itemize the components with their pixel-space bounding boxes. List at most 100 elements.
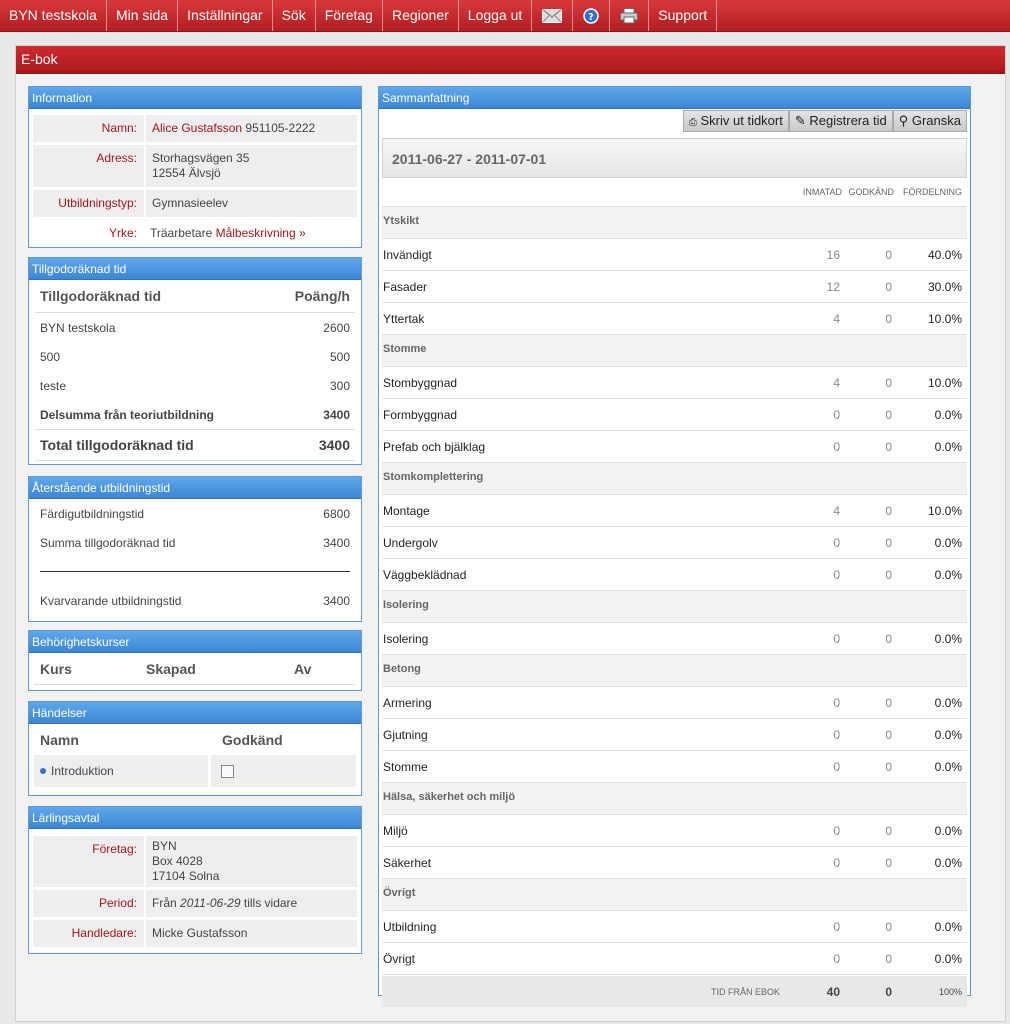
register-time-label: Registrera tid <box>809 113 887 128</box>
nav-item-regions[interactable]: Regioner <box>383 0 459 31</box>
table-row: Stombyggnad 4 0 10.0% <box>382 367 967 399</box>
print-timecard-label: Skriv ut tidkort <box>700 113 783 128</box>
summary-row-entered: 0 <box>833 727 840 742</box>
nav-item-home[interactable]: BYN testskola <box>0 0 107 31</box>
summary-category: Stomme <box>382 335 967 367</box>
table-row: Armering 0 0 0.0% <box>382 687 967 719</box>
credited-row-name: teste <box>40 378 67 393</box>
remaining-label: Färdigutbildningstid <box>40 506 145 521</box>
summary-row-approved: 0 <box>885 919 892 934</box>
printer-icon[interactable] <box>610 0 650 31</box>
review-button[interactable]: ⚲ Granska <box>892 110 967 132</box>
information-title: Information <box>29 87 361 109</box>
table-row: Isolering 0 0 0.0% <box>382 623 967 655</box>
print-timecard-button[interactable]: ⎙ Skriv ut tidkort <box>682 110 789 132</box>
goal-description-link[interactable]: Målbeskrivning » <box>216 226 306 240</box>
nav-item-support[interactable]: Support <box>649 0 718 31</box>
credited-subtotal-row: Delsumma från teoriutbildning 3400 <box>35 400 355 430</box>
event-approved-checkbox[interactable] <box>221 764 235 778</box>
nav-item-logout[interactable]: Logga ut <box>459 0 533 31</box>
summary-row-distribution: 0.0% <box>934 855 962 870</box>
apprentice-row-period: Period: Från 2011-06-29 tills vidare <box>33 890 357 917</box>
summary-title: Sammanfattning <box>379 87 970 109</box>
company-label: Företag: <box>33 836 146 887</box>
education-type: Gymnasieelev <box>152 196 229 210</box>
register-time-button[interactable]: ✎ Registrera tid <box>788 110 893 132</box>
summary-category: Ytskikt <box>382 207 967 239</box>
mail-icon[interactable] <box>532 0 574 31</box>
summary-row-approved: 0 <box>885 247 892 262</box>
magnifier-icon: ⚲ <box>898 113 909 128</box>
summary-row-entered: 16 <box>826 247 840 262</box>
nav-item-search[interactable]: Sök <box>273 0 316 31</box>
credited-time-panel: Tillgodoräknad tid Tillgodoräknad tid Po… <box>28 257 362 465</box>
remaining-row-credited: Summa tillgodoräknad tid 3400 <box>40 528 350 557</box>
summary-period: 2011-06-27 - 2011-07-01 <box>382 138 967 178</box>
summary-panel: Sammanfattning ⎙ Skriv ut tidkort ✎ Regi… <box>378 86 971 1007</box>
summary-row-distribution: 0.0% <box>934 407 962 422</box>
nav-item-my-page[interactable]: Min sida <box>107 0 179 31</box>
summary-row-approved: 0 <box>885 759 892 774</box>
student-name-link[interactable]: Alice Gustafsson <box>152 121 242 135</box>
company-line-1: BYN <box>152 839 177 853</box>
summary-row-approved: 0 <box>885 823 892 838</box>
events-panel: Händelser Namn Godkänd Introduktion <box>28 701 362 796</box>
address-label: Adress: <box>33 145 146 187</box>
remaining-value: 3400 <box>323 594 350 608</box>
table-row: Prefab och bjälklag 0 0 0.0% <box>382 431 967 463</box>
summary-row-distribution: 0.0% <box>934 823 962 838</box>
review-label: Granska <box>911 113 961 128</box>
summary-row-name: Säkerhet <box>383 855 432 870</box>
summary-row-name: Armering <box>383 695 432 710</box>
summary-row-name: Stombyggnad <box>383 375 458 390</box>
summary-row-name: Övrigt <box>383 951 416 966</box>
remaining-time-title: Återstående utbildningstid <box>29 477 361 499</box>
nav-item-settings[interactable]: Inställningar <box>178 0 273 31</box>
summary-row-entered: 0 <box>833 535 840 550</box>
period-suffix: tills vidare <box>243 896 298 910</box>
summary-row-name: Väggbeklädnad <box>383 567 467 582</box>
summary-row-name: Fasader <box>383 279 428 294</box>
table-row: Fasader 12 0 30.0% <box>382 271 967 303</box>
table-row: teste 300 <box>35 371 355 400</box>
summary-row-distribution: 0.0% <box>934 919 962 934</box>
help-icon[interactable]: ? <box>573 0 611 31</box>
summary-row-approved: 0 <box>885 727 892 742</box>
job-label: Yrke: <box>108 226 137 240</box>
summary-row-name: Prefab och bjälklag <box>383 439 486 454</box>
table-row: Invändigt 16 0 40.0% <box>382 239 967 271</box>
credited-row-value: 500 <box>329 349 350 364</box>
table-row: BYN testskola 2600 <box>35 313 355 342</box>
summary-row-distribution: 0.0% <box>934 631 962 646</box>
summary-row-approved: 0 <box>885 631 892 646</box>
info-row-name: Namn: Alice Gustafsson 951105-2222 <box>33 115 357 142</box>
table-row: Formbyggnad 0 0 0.0% <box>382 399 967 431</box>
table-row: Montage 4 0 10.0% <box>382 495 967 527</box>
supervisor-name: Micke Gustafsson <box>152 926 248 940</box>
summary-row-distribution: 40.0% <box>927 247 962 262</box>
apprentice-title: Lärlingsavtal <box>29 807 361 829</box>
personal-number: 951105-2222 <box>245 121 316 135</box>
summary-row-distribution: 10.0% <box>927 503 962 518</box>
summary-row-name: Yttertak <box>383 311 425 326</box>
summary-row-name: Montage <box>383 503 430 518</box>
info-row-address: Adress: Storhagsvägen 35 12554 Älvsjö <box>33 145 357 187</box>
address-line-1: Storhagsvägen 35 <box>152 151 250 165</box>
credited-col-name: Tillgodoräknad tid <box>40 288 162 304</box>
event-name[interactable]: Introduktion <box>51 764 114 778</box>
info-row-job: Yrke: Träarbetare Målbeskrivning » <box>33 220 357 247</box>
summary-row-approved: 0 <box>885 695 892 710</box>
summary-category: Isolering <box>382 591 967 623</box>
summary-row-entered: 0 <box>833 951 840 966</box>
nav-item-companies[interactable]: Företag <box>316 0 383 31</box>
summary-row-distribution: 0.0% <box>934 759 962 774</box>
remaining-row-left: Kvarvarande utbildningstid 3400 <box>40 572 350 614</box>
table-row: Miljö 0 0 0.0% <box>382 815 967 847</box>
col-distribution: FÖRDELNING <box>902 187 962 197</box>
remaining-value: 6800 <box>323 506 350 521</box>
credited-row-name: BYN testskola <box>40 320 116 335</box>
apprentice-row-supervisor: Handledare: Micke Gustafsson <box>33 920 357 947</box>
table-row: Stomme 0 0 0.0% <box>382 751 967 783</box>
table-row: Övrigt 0 0 0.0% <box>382 943 967 975</box>
summary-row-approved: 0 <box>885 375 892 390</box>
